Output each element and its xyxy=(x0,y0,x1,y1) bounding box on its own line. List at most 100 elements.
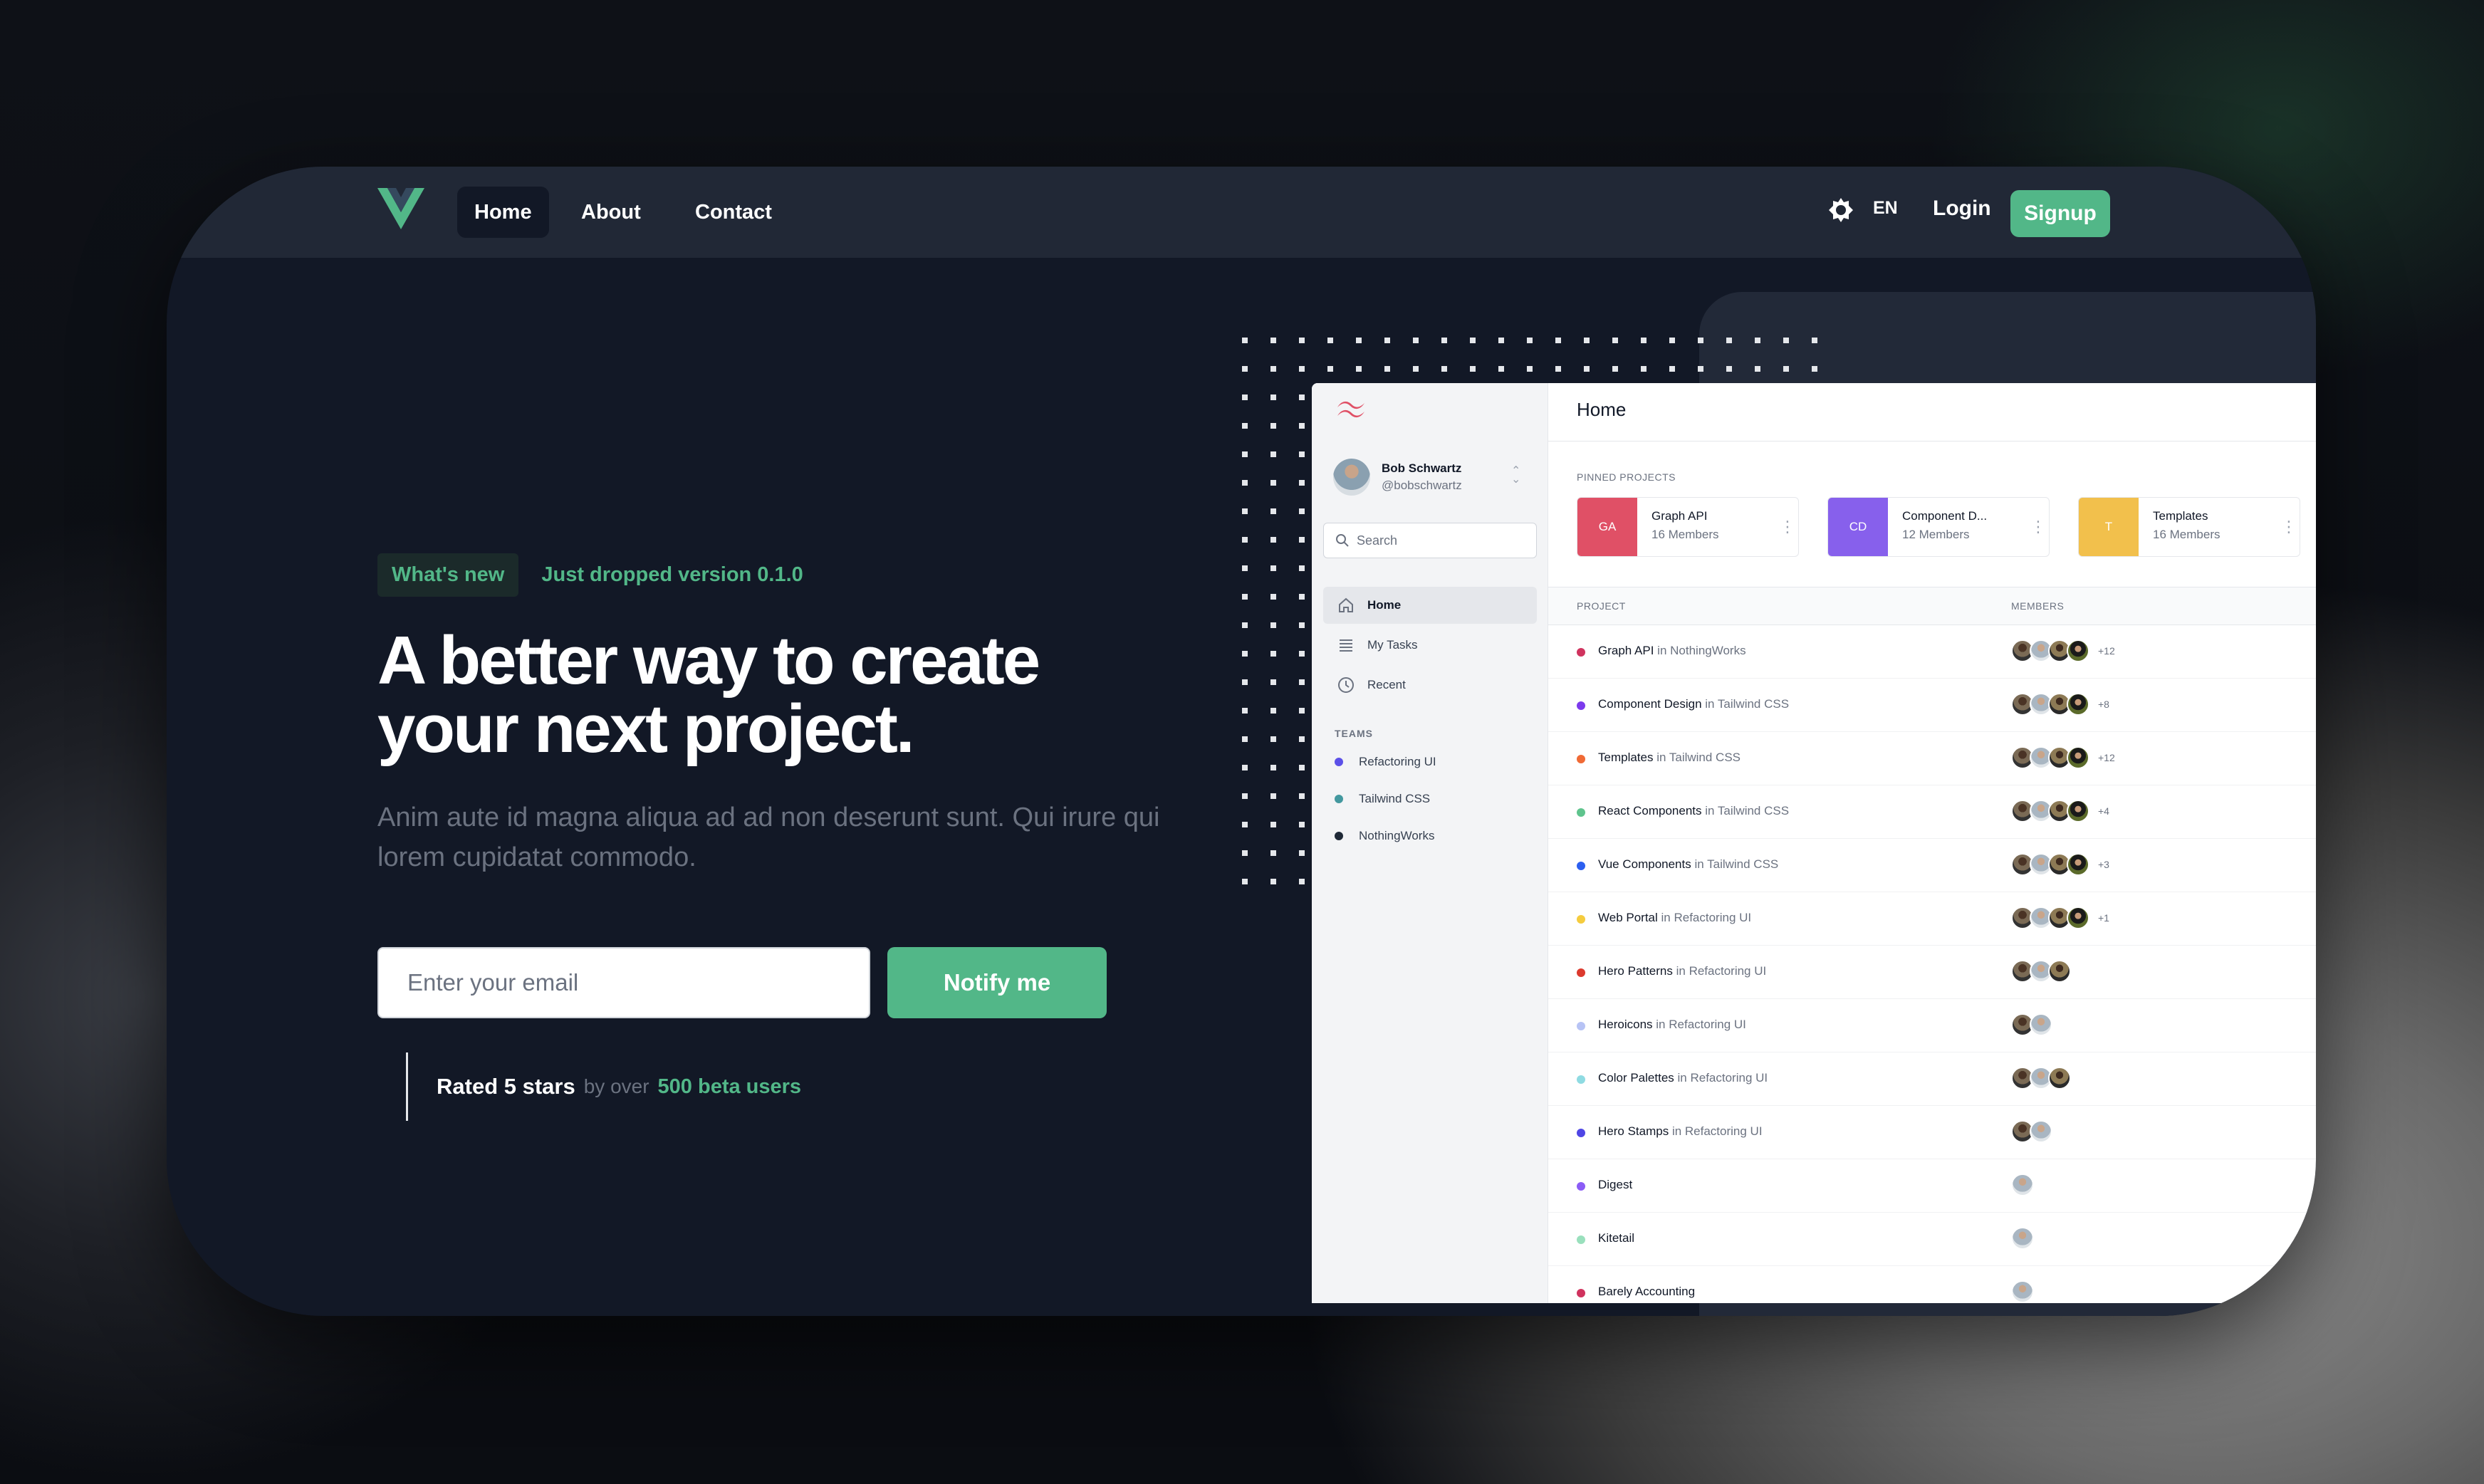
grid-dot xyxy=(1242,822,1248,827)
table-row[interactable]: Kitetail xyxy=(1548,1213,2316,1266)
project-name[interactable]: Web Portal in Refactoring UI xyxy=(1598,911,1751,925)
sidebar-search[interactable]: Search xyxy=(1323,523,1537,558)
login-link[interactable]: Login xyxy=(1933,197,1991,221)
table-row[interactable]: Vue Components in Tailwind CSS +3 xyxy=(1548,839,2316,892)
pinned-project-card[interactable]: GA Graph API 16 Members ⋮ xyxy=(1577,497,1799,557)
table-row[interactable]: Hero Stamps in Refactoring UI xyxy=(1548,1106,2316,1159)
nav-link-home[interactable]: Home xyxy=(457,187,549,238)
version-text[interactable]: Just dropped version 0.1.0 xyxy=(541,563,803,587)
sidebar-item-home[interactable]: Home xyxy=(1323,587,1537,624)
grid-dot xyxy=(1299,822,1305,827)
table-row[interactable]: Hero Patterns in Refactoring UI xyxy=(1548,946,2316,999)
project-name[interactable]: Color Palettes in Refactoring UI xyxy=(1598,1071,1768,1085)
project-color-dot xyxy=(1577,808,1585,817)
project-initials-badge: CD xyxy=(1828,498,1888,556)
member-avatar xyxy=(2067,639,2089,662)
grid-dot xyxy=(1270,451,1276,457)
project-name[interactable]: Graph API in NothingWorks xyxy=(1598,644,1746,658)
table-row[interactable]: Graph API in NothingWorks +12 xyxy=(1548,625,2316,679)
project-name[interactable]: Hero Stamps in Refactoring UI xyxy=(1598,1124,1763,1139)
member-avatar xyxy=(2067,853,2089,876)
app-page-title: Home xyxy=(1548,383,2316,441)
grid-dot xyxy=(1783,338,1789,343)
team-item-tailwind-css[interactable]: Tailwind CSS xyxy=(1335,792,1430,806)
project-name[interactable]: Heroicons in Refactoring UI xyxy=(1598,1018,1746,1032)
project-name[interactable]: Hero Patterns in Refactoring UI xyxy=(1598,964,1766,978)
grid-dot xyxy=(1242,366,1248,372)
member-avatar xyxy=(2048,960,2071,983)
grid-dot xyxy=(1242,736,1248,742)
project-name[interactable]: Vue Components in Tailwind CSS xyxy=(1598,857,1778,872)
project-name[interactable]: React Components in Tailwind CSS xyxy=(1598,804,1789,818)
language-selector[interactable]: EN xyxy=(1873,198,1898,219)
more-members-count: +4 xyxy=(2098,805,2109,817)
pinned-project-card[interactable]: T Templates 16 Members ⋮ xyxy=(2078,497,2300,557)
project-color-dot xyxy=(1577,862,1585,870)
member-avatars xyxy=(2011,1280,2042,1303)
member-avatars: +8 xyxy=(2011,693,2109,716)
grid-dot xyxy=(1470,338,1476,343)
signup-button[interactable]: Signup xyxy=(2010,190,2110,237)
table-row[interactable]: Color Palettes in Refactoring UI xyxy=(1548,1052,2316,1106)
notify-me-button[interactable]: Notify me xyxy=(887,947,1107,1018)
more-members-count: +12 xyxy=(2098,752,2115,763)
table-row[interactable]: Web Portal in Refactoring UI +1 xyxy=(1548,892,2316,946)
chevron-up-down-icon[interactable]: ⌃ ⌄ xyxy=(1511,466,1520,486)
vue-logo-icon[interactable] xyxy=(377,188,424,229)
more-vertical-icon[interactable]: ⋮ xyxy=(2028,498,2049,556)
sidebar-item-label: Recent xyxy=(1367,678,1406,691)
grid-dot xyxy=(1299,793,1305,799)
more-members-count: +12 xyxy=(2098,645,2115,657)
team-color-dot xyxy=(1335,758,1343,766)
table-row[interactable]: Component Design in Tailwind CSS +8 xyxy=(1548,679,2316,732)
more-vertical-icon[interactable]: ⋮ xyxy=(1777,498,1798,556)
grid-dot xyxy=(1270,651,1276,657)
home-icon xyxy=(1336,595,1356,615)
project-name[interactable]: Kitetail xyxy=(1598,1231,1634,1245)
team-item-nothingworks[interactable]: NothingWorks xyxy=(1335,829,1434,843)
team-color-dot xyxy=(1335,832,1343,840)
project-name[interactable]: Digest xyxy=(1598,1178,1632,1192)
table-row[interactable]: Templates in Tailwind CSS +12 xyxy=(1548,732,2316,785)
grid-dot xyxy=(1242,508,1248,514)
rating-strong: Rated 5 stars xyxy=(437,1074,575,1099)
sidebar-item-label: Home xyxy=(1367,598,1402,612)
grid-dot xyxy=(1242,338,1248,343)
sidebar-item-my-tasks[interactable]: My Tasks xyxy=(1323,627,1537,664)
pinned-project-members: 16 Members xyxy=(2153,528,2221,541)
project-name[interactable]: Barely Accounting xyxy=(1598,1285,1695,1299)
pinned-project-card[interactable]: CD Component D... 12 Members ⋮ xyxy=(1827,497,2050,557)
grid-dot xyxy=(1612,338,1618,343)
more-members-count: +3 xyxy=(2098,859,2109,870)
nav-link-contact[interactable]: Contact xyxy=(678,187,789,238)
sun-icon[interactable] xyxy=(1829,198,1853,222)
project-team: in Tailwind CSS xyxy=(1705,804,1790,817)
member-avatars: +1 xyxy=(2011,906,2109,929)
more-vertical-icon[interactable]: ⋮ xyxy=(2278,498,2300,556)
grid-dot xyxy=(1584,338,1590,343)
grid-dot xyxy=(1498,366,1504,372)
whats-new-badge[interactable]: What's new xyxy=(377,553,519,597)
project-name[interactable]: Templates in Tailwind CSS xyxy=(1598,751,1741,765)
user-handle: @bobschwartz xyxy=(1382,479,1462,492)
email-input[interactable] xyxy=(377,947,870,1018)
grid-dot xyxy=(1270,736,1276,742)
team-item-refactoring-ui[interactable]: Refactoring UI xyxy=(1335,755,1436,769)
project-name[interactable]: Component Design in Tailwind CSS xyxy=(1598,697,1789,711)
sidebar-item-recent[interactable]: Recent xyxy=(1323,667,1537,704)
table-row[interactable]: Digest xyxy=(1548,1159,2316,1213)
project-color-dot xyxy=(1577,1129,1585,1137)
grid-dot xyxy=(1242,565,1248,571)
nav-link-about[interactable]: About xyxy=(564,187,658,238)
table-row[interactable]: Heroicons in Refactoring UI xyxy=(1548,999,2316,1052)
table-row[interactable]: Barely Accounting xyxy=(1548,1266,2316,1303)
project-team: in Refactoring UI xyxy=(1677,1071,1768,1085)
grid-dot xyxy=(1413,338,1419,343)
grid-dot xyxy=(1270,850,1276,856)
table-row[interactable]: React Components in Tailwind CSS +4 xyxy=(1548,785,2316,839)
grid-dot xyxy=(1356,338,1362,343)
app-preview-screenshot: Bob Schwartz @bobschwartz ⌃ ⌄ Search Home… xyxy=(1312,383,2316,1303)
user-switcher[interactable]: Bob Schwartz @bobschwartz xyxy=(1333,459,1462,496)
grid-dot xyxy=(1726,338,1732,343)
column-header-project: PROJECT xyxy=(1577,600,1626,612)
